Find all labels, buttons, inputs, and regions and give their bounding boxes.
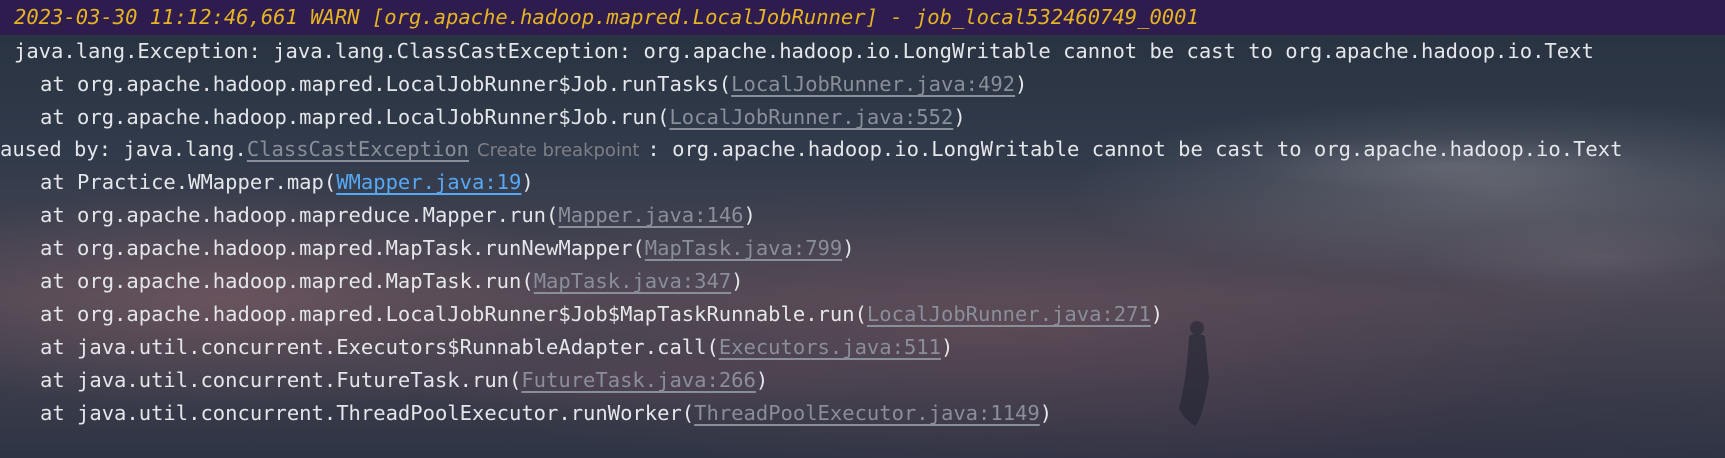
frame-close: ) [1150, 302, 1164, 326]
source-link[interactable]: Mapper.java:146 [558, 203, 743, 227]
frame-close: ) [521, 170, 534, 194]
background-figure [1179, 321, 1209, 426]
create-breakpoint-hint[interactable]: Create breakpoint [469, 140, 647, 161]
stack-frame: at Practice.WMapper.map(WMapper.java:19) [0, 165, 534, 199]
stack-frame: at org.apache.hadoop.mapred.MapTask.runN… [0, 231, 855, 265]
stack-frame: at org.apache.hadoop.mapred.LocalJobRunn… [0, 67, 1027, 101]
stack-frame: at org.apache.hadoop.mapred.LocalJobRunn… [0, 100, 966, 134]
stack-frame: at org.apache.hadoop.mapred.LocalJobRunn… [0, 297, 1163, 331]
frame-text: at org.apache.hadoop.mapred.LocalJobRunn… [40, 72, 732, 96]
source-link[interactable]: WMapper.java:19 [336, 170, 521, 194]
stack-frame: at org.apache.hadoop.mapred.MapTask.run(… [0, 264, 744, 298]
stack-frame: at java.util.concurrent.FutureTask.run(F… [0, 363, 768, 397]
caused-by-text: aused by: java.lang. [0, 137, 247, 161]
frame-text: at org.apache.hadoop.mapreduce.Mapper.ru… [40, 203, 559, 227]
frame-text: at java.util.concurrent.FutureTask.run( [40, 368, 522, 392]
source-link[interactable]: LocalJobRunner.java:492 [731, 72, 1015, 96]
frame-close: ) [731, 269, 744, 293]
stack-frame: at org.apache.hadoop.mapreduce.Mapper.ru… [0, 198, 756, 232]
frame-close: ) [953, 105, 966, 129]
frame-text: at org.apache.hadoop.mapred.LocalJobRunn… [40, 302, 867, 326]
frame-text: at Practice.WMapper.map( [40, 170, 337, 194]
source-link[interactable]: FutureTask.java:266 [521, 368, 756, 392]
stack-frame: at java.util.concurrent.Executors$Runnab… [0, 330, 953, 364]
source-link[interactable]: LocalJobRunner.java:552 [669, 105, 953, 129]
frame-close: ) [1039, 401, 1053, 425]
exception-line: java.lang.Exception: java.lang.ClassCast… [14, 39, 1594, 63]
source-link[interactable]: MapTask.java:347 [534, 269, 731, 293]
log-warning-header: 2023-03-30 11:12:46,661 WARN [org.apache… [0, 0, 1725, 35]
frame-text: at org.apache.hadoop.mapred.MapTask.runN… [40, 236, 645, 260]
frame-close: ) [743, 203, 756, 227]
source-link[interactable]: ThreadPoolExecutor.java:1149 [694, 401, 1040, 425]
exception-class-link[interactable]: ClassCastException [247, 137, 469, 161]
frame-text: at java.util.concurrent.ThreadPoolExecut… [40, 401, 695, 425]
frame-text: at org.apache.hadoop.mapred.LocalJobRunn… [40, 105, 670, 129]
frame-close: ) [1015, 72, 1028, 96]
source-link[interactable]: Executors.java:511 [719, 335, 941, 359]
stack-frame: at java.util.concurrent.ThreadPoolExecut… [0, 396, 1052, 430]
caused-by-line: aused by: java.lang.ClassCastException Cr… [0, 132, 1622, 166]
frame-close: ) [755, 368, 769, 392]
caused-by-message: : org.apache.hadoop.io.LongWritable cann… [647, 137, 1623, 161]
frame-close: ) [940, 335, 954, 359]
frame-text: at org.apache.hadoop.mapred.MapTask.run( [40, 269, 534, 293]
source-link[interactable]: LocalJobRunner.java:271 [867, 302, 1151, 326]
frame-text: at java.util.concurrent.Executors$Runnab… [40, 335, 719, 359]
frame-close: ) [842, 236, 855, 260]
console-output[interactable]: 2023-03-30 11:12:46,661 WARN [org.apache… [0, 0, 1725, 458]
source-link[interactable]: MapTask.java:799 [645, 236, 842, 260]
